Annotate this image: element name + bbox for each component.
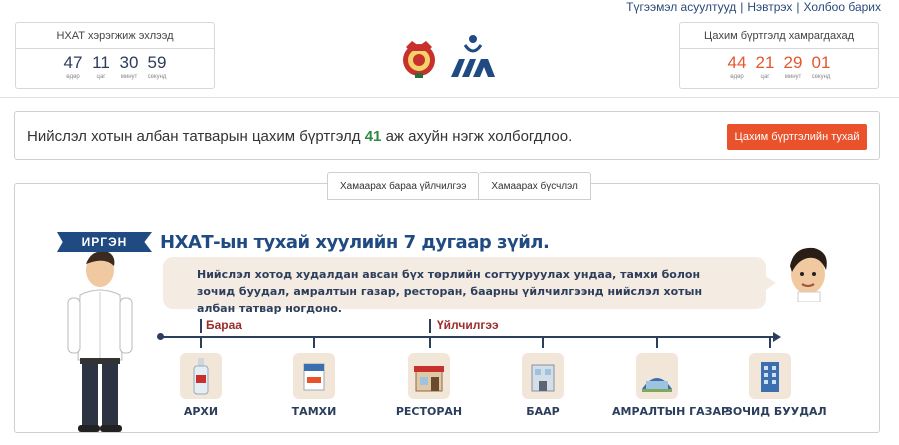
countdown-title: Цахим бүртгэлд хамрагдахад [680,23,878,49]
message-text: Нийслэл хотын албан татварын цахим бүртг… [27,128,365,145]
countdown-days: 47 [63,53,83,72]
countdown-seconds: 01 [811,53,831,72]
registered-count: 41 [364,128,382,145]
category-item-restaurant[interactable]: РЕСТОРАН [394,353,464,418]
registration-message: Нийслэл хотын албан татварын цахим бүртг… [27,128,572,145]
tab-goods-services[interactable]: Хамаарах бараа үйлчилгээ [327,172,480,200]
category-item-tobacco[interactable]: ТАМХИ [284,353,344,418]
countdown-registration: Цахим бүртгэлд хамрагдахад 44 өдөр 21 цаг … [679,22,879,89]
law-headline: НХАТ-ын тухай хуулийн 7 дугаар зүйл. [160,232,550,253]
restaurant-icon [408,353,450,399]
services-label: Үйлчилгээ [437,318,499,332]
countdown-days: 44 [727,53,747,72]
hotel-icon [749,353,791,399]
unit-label: секунд [811,74,831,80]
faq-link[interactable]: Түгээмэл асуултууд [626,0,736,14]
contact-link[interactable]: Холбоо барих [804,0,881,14]
category-label: ЗОЧИД БУУДАЛ [725,405,827,418]
unit-label: цаг [760,74,770,80]
registration-info-bar: Нийслэл хотын албан татварын цахим бүртг… [14,111,880,160]
top-links: Түгээмэл асуултууд | Нэвтрэх | Холбоо барих [626,0,881,14]
timeline-start-dot [157,333,164,340]
divider [0,97,899,98]
mta-logo-icon [451,35,495,77]
connector [313,338,315,348]
vodka-bottle-icon [180,353,222,399]
category-label: ТАМХИ [291,405,337,418]
unit-label: секунд [147,74,167,80]
unit-label: минут [784,74,802,80]
countdown-minutes: 30 [119,53,139,72]
unit-label: цаг [96,74,106,80]
countdown-hours: 21 [755,53,775,72]
countdown-hours: 11 [92,53,110,72]
connector [542,338,544,348]
unit-label: минут [120,74,138,80]
connector [429,338,431,348]
countdown-minutes: 29 [783,53,803,72]
category-item-hotel[interactable]: ЗОЧИД БУУДАЛ [725,353,827,418]
citizen-banner: ИРГЭН [57,232,152,252]
separator: | [796,0,800,14]
goods-marker [200,319,202,333]
citizen-figure-icon [67,251,133,432]
countdown-implementation: НХАТ хэрэгжиж эхлээд 47 өдөр 11 цаг 30 мину… [15,22,215,89]
unit-label: өдөр [730,74,744,80]
man-face-icon [790,247,827,302]
countdown-title: НХАТ хэрэгжиж эхлээд [16,23,214,49]
about-registration-button[interactable]: Цахим бүртгэлийн тухай [727,124,867,150]
separator: | [740,0,744,14]
resort-icon [636,353,678,399]
countdown-seconds: 59 [147,53,167,72]
category-item-bar[interactable]: БААР [513,353,573,418]
category-item-resort[interactable]: АМРАЛТЫН ГАЗАР [612,353,730,418]
login-link[interactable]: Нэвтрэх [747,0,792,14]
category-label: АРХИ [183,405,219,418]
speech-bubble: Нийслэл хотод худалдан авсан бүх төрлийн… [163,257,776,315]
city-emblem-icon [403,41,435,78]
connector [200,338,202,348]
services-marker [429,319,431,333]
bubble-tail [764,275,776,291]
cigarette-pack-icon [293,353,335,399]
category-item-vodka[interactable]: АРХИ [171,353,231,418]
connector [769,338,771,348]
unit-label: өдөр [66,74,80,80]
category-label: РЕСТОРАН [395,405,463,418]
category-label: БААР [526,405,560,418]
tab-bar: Хамаарах бараа үйлчилгээ Хамаарах бүсчлэ… [327,172,591,200]
category-label: АМРАЛТЫН ГАЗАР [612,405,730,418]
timeline-arrow [773,332,781,342]
bubble-text: Нийслэл хотод худалдан авсан бүх төрлийн… [197,268,703,315]
bar-icon [522,353,564,399]
goods-label: Бараа [206,318,242,332]
message-text: аж ахуйн нэгж холбогдлоо. [381,128,573,145]
connector [656,338,658,348]
tab-zones[interactable]: Хамаарах бүсчлэл [479,172,591,200]
category-timeline [157,332,781,342]
